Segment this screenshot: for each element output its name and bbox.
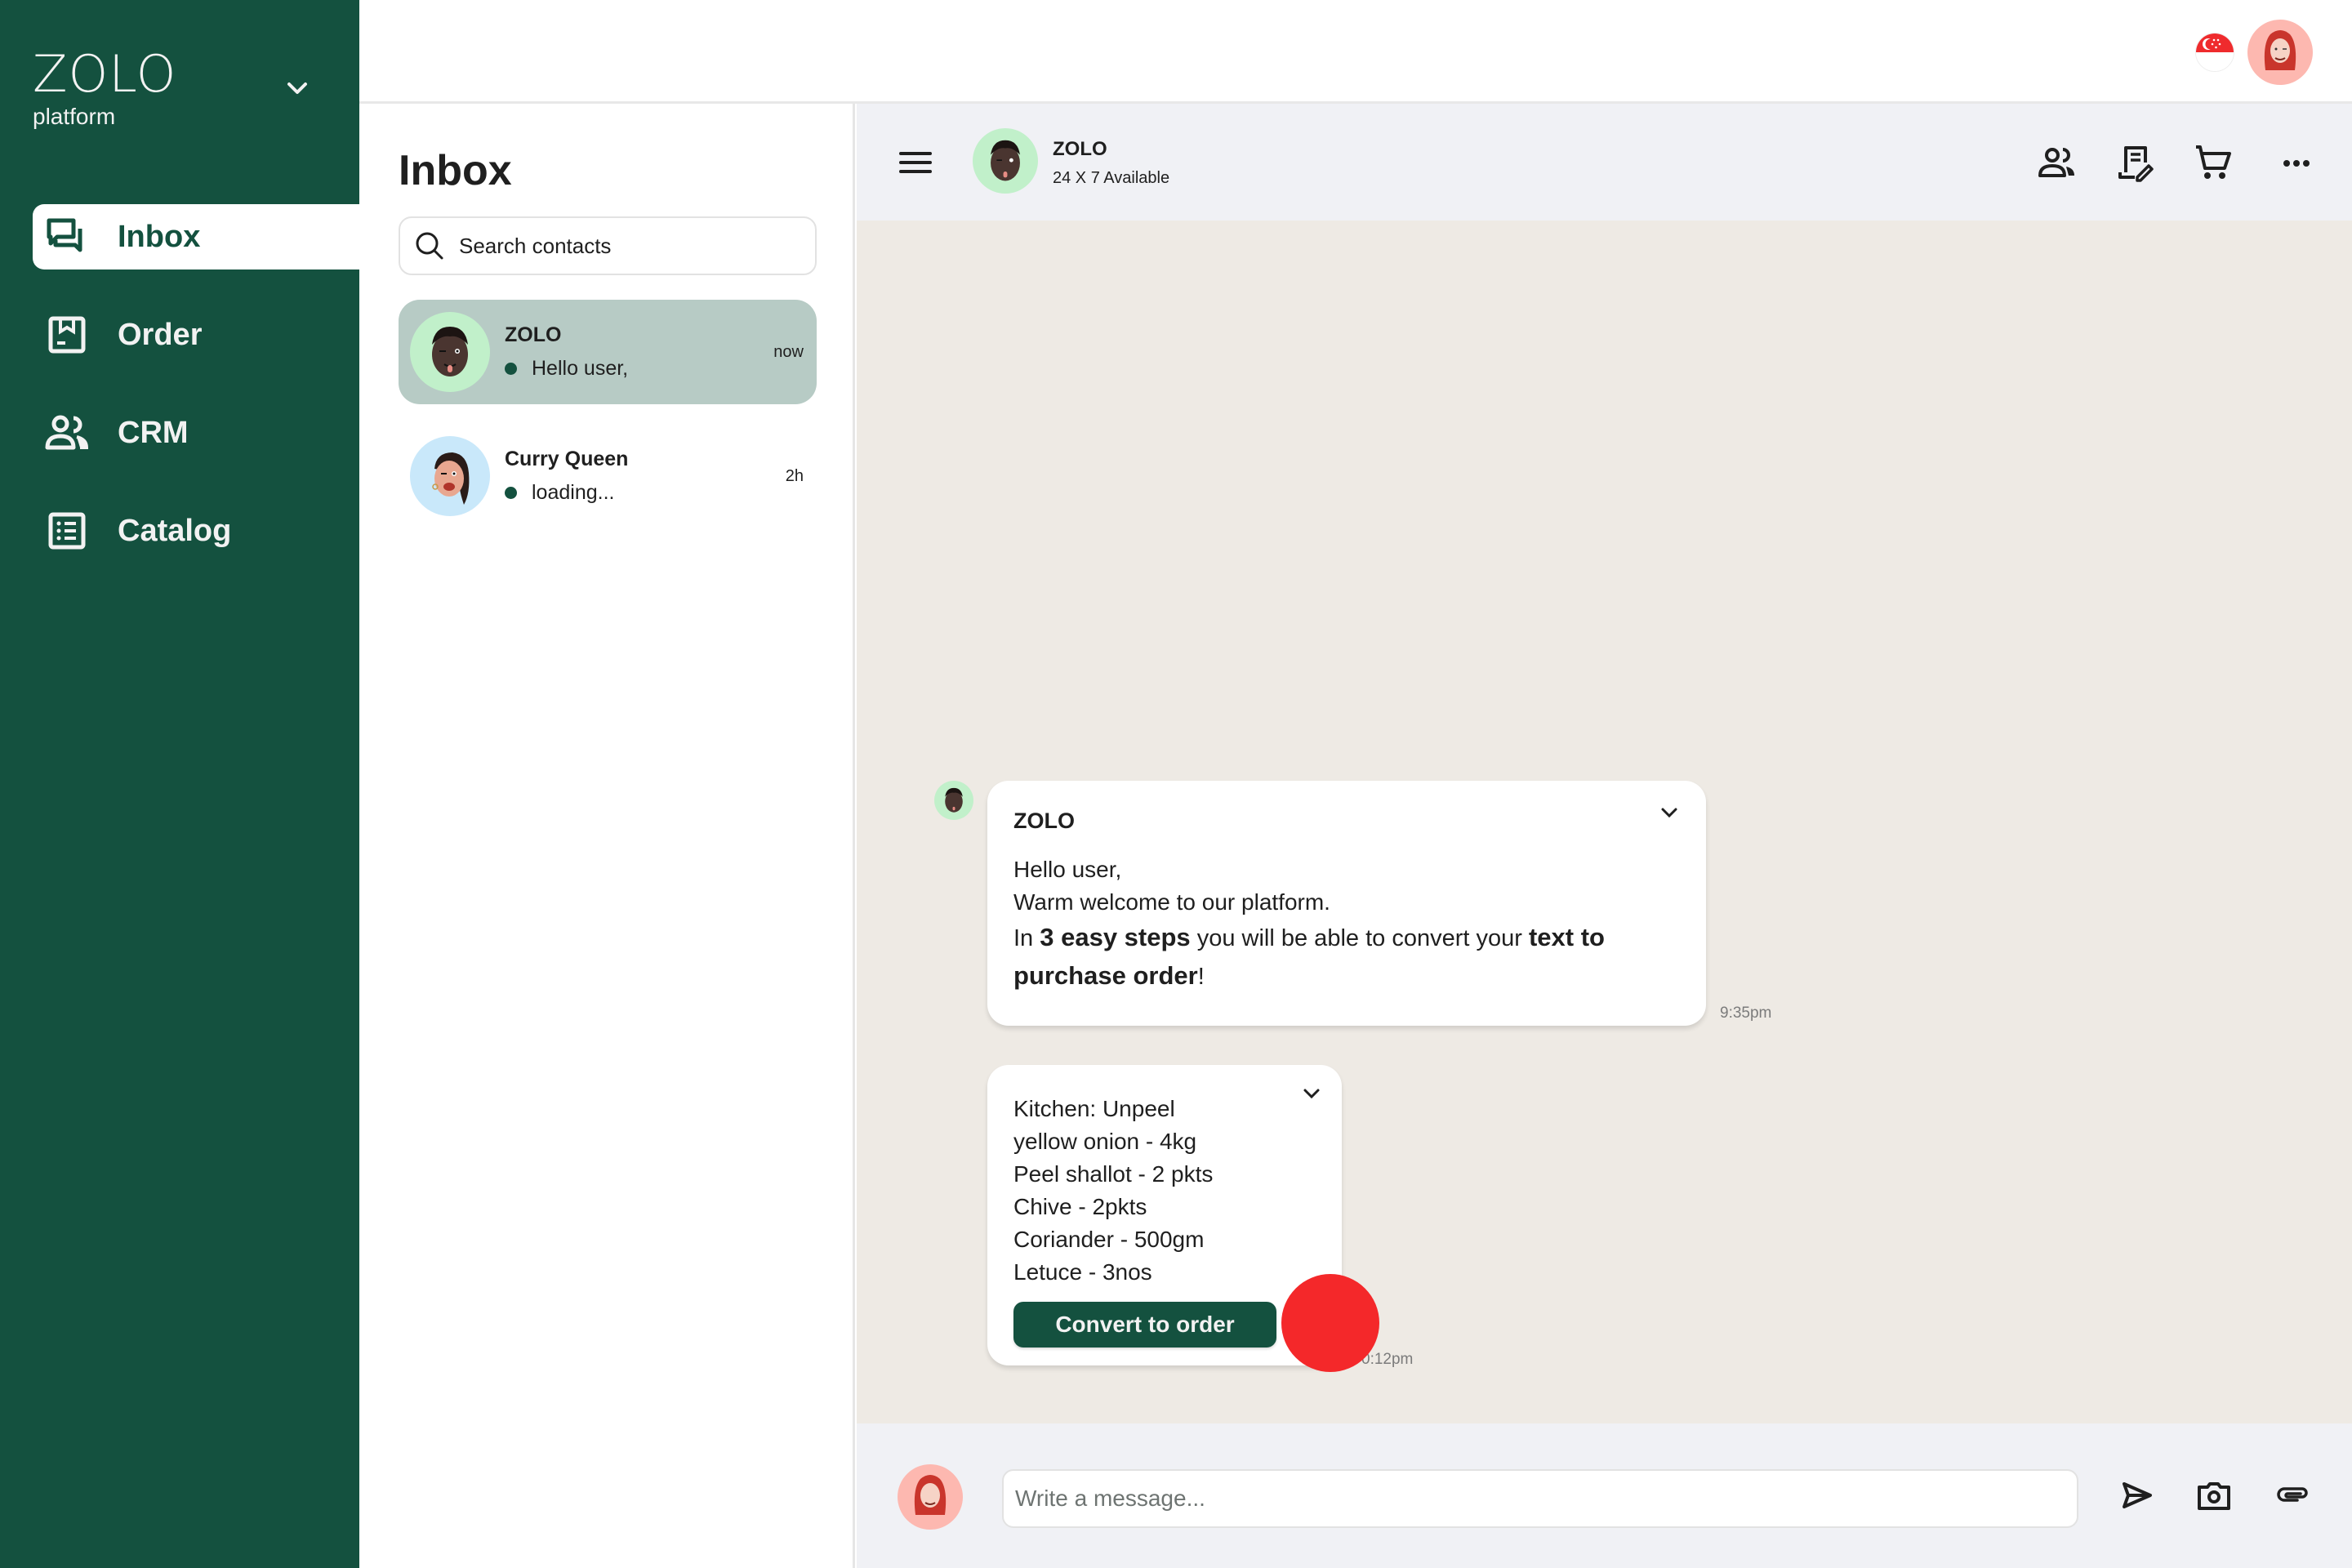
sidebar-item-label: Catalog	[118, 513, 232, 548]
top-bar	[359, 0, 2352, 104]
singapore-flag-icon[interactable]	[2195, 33, 2234, 72]
search-icon	[416, 232, 443, 260]
brand: ZOLO platform	[33, 47, 176, 131]
chevron-down-icon[interactable]	[284, 78, 310, 98]
message-sender: ZOLO	[1013, 808, 1075, 833]
text-span: you will be able to convert your	[1190, 925, 1529, 951]
sidebar-item-order[interactable]: Order	[33, 302, 359, 368]
contact-name: Curry Queen	[505, 448, 629, 470]
message-line: Warm welcome to our platform.	[1013, 889, 1330, 915]
brand-title: ZOLO	[33, 44, 177, 104]
order-line: Coriander - 500gm	[1013, 1227, 1205, 1252]
people-icon	[45, 415, 89, 450]
bold-text: 3 easy steps	[1040, 923, 1191, 951]
user-avatar	[898, 1464, 963, 1530]
page-title: Inbox	[399, 147, 512, 194]
sidebar-item-inbox[interactable]: Inbox	[33, 204, 359, 270]
order-line: Kitchen: Unpeel	[1013, 1096, 1175, 1121]
menu-icon[interactable]	[899, 149, 932, 176]
text-span: In	[1013, 925, 1040, 951]
order-line: Letuce - 3nos	[1013, 1259, 1152, 1285]
cart-icon[interactable]	[2193, 143, 2234, 184]
sidebar: ZOLO platform Inbox Order CRM Catalog	[0, 0, 359, 1568]
contact-time: now	[773, 342, 804, 361]
sidebar-item-label: Inbox	[118, 219, 201, 254]
chat-bubbles-icon	[47, 218, 82, 252]
message-sender-avatar	[934, 781, 973, 820]
contact-item-zolo[interactable]: ZOLO Hello user, now	[399, 300, 817, 404]
order-line: Chive - 2pkts	[1013, 1194, 1147, 1219]
online-status-dot	[505, 487, 517, 499]
contact-name: ZOLO	[505, 323, 562, 346]
people-icon[interactable]	[2037, 143, 2078, 184]
contact-preview: loading...	[532, 481, 615, 504]
message-composer	[857, 1423, 2352, 1568]
cursor-marker	[1281, 1274, 1379, 1372]
message-line: Hello user,	[1013, 857, 1122, 882]
sidebar-item-crm[interactable]: CRM	[33, 400, 359, 466]
list-icon	[48, 512, 86, 550]
message-input[interactable]	[1002, 1469, 2078, 1528]
avatar	[410, 312, 490, 392]
sidebar-item-catalog[interactable]: Catalog	[33, 498, 359, 564]
chat-header: ZOLO 24 X 7 Available	[857, 104, 2352, 220]
message-time: 9:35pm	[1720, 1004, 1772, 1022]
chat-contact-status: 24 X 7 Available	[1053, 169, 1170, 187]
chat-contact-avatar[interactable]	[973, 128, 1038, 194]
text-span: !	[1197, 964, 1205, 990]
contact-item-curry-queen[interactable]: Curry Queen loading... 2h	[399, 424, 817, 528]
convert-to-order-button[interactable]: Convert to order	[1013, 1302, 1276, 1348]
sidebar-nav: Inbox Order CRM Catalog	[33, 204, 359, 596]
attachment-icon[interactable]	[2273, 1476, 2312, 1515]
contact-preview: Hello user,	[532, 357, 629, 380]
message-line: In 3 easy steps you will be able to conv…	[1013, 919, 1680, 996]
chat-messages: ZOLO Hello user, Warm welcome to our pla…	[857, 220, 2352, 1423]
chat-contact-name: ZOLO	[1053, 138, 1107, 160]
chevron-down-icon[interactable]	[1301, 1086, 1322, 1101]
order-line: Peel shallot - 2 pkts	[1013, 1161, 1214, 1187]
order-line: yellow onion - 4kg	[1013, 1129, 1197, 1154]
user-avatar[interactable]	[2247, 20, 2313, 85]
search-input[interactable]	[459, 233, 802, 259]
sidebar-item-label: CRM	[118, 415, 189, 450]
camera-icon[interactable]	[2194, 1476, 2234, 1515]
contact-time: 2h	[785, 466, 804, 485]
message-bubble: ZOLO Hello user, Warm welcome to our pla…	[987, 781, 1706, 1026]
avatar	[410, 436, 490, 516]
online-status-dot	[505, 363, 517, 375]
message-time: 0:12pm	[1361, 1351, 1414, 1368]
more-icon[interactable]	[2276, 143, 2317, 184]
sidebar-item-label: Order	[118, 317, 203, 352]
search-box[interactable]	[399, 216, 817, 275]
message-text: Hello user, Warm welcome to our platform…	[1013, 853, 1680, 996]
chevron-down-icon[interactable]	[1659, 805, 1680, 820]
package-icon	[48, 316, 86, 354]
receipt-edit-icon[interactable]	[2116, 143, 2157, 184]
brand-subtitle: platform	[33, 104, 116, 129]
send-icon[interactable]	[2118, 1476, 2157, 1515]
inbox-panel: Inbox ZOLO Hello user, now Curry Queen l…	[359, 104, 855, 1568]
